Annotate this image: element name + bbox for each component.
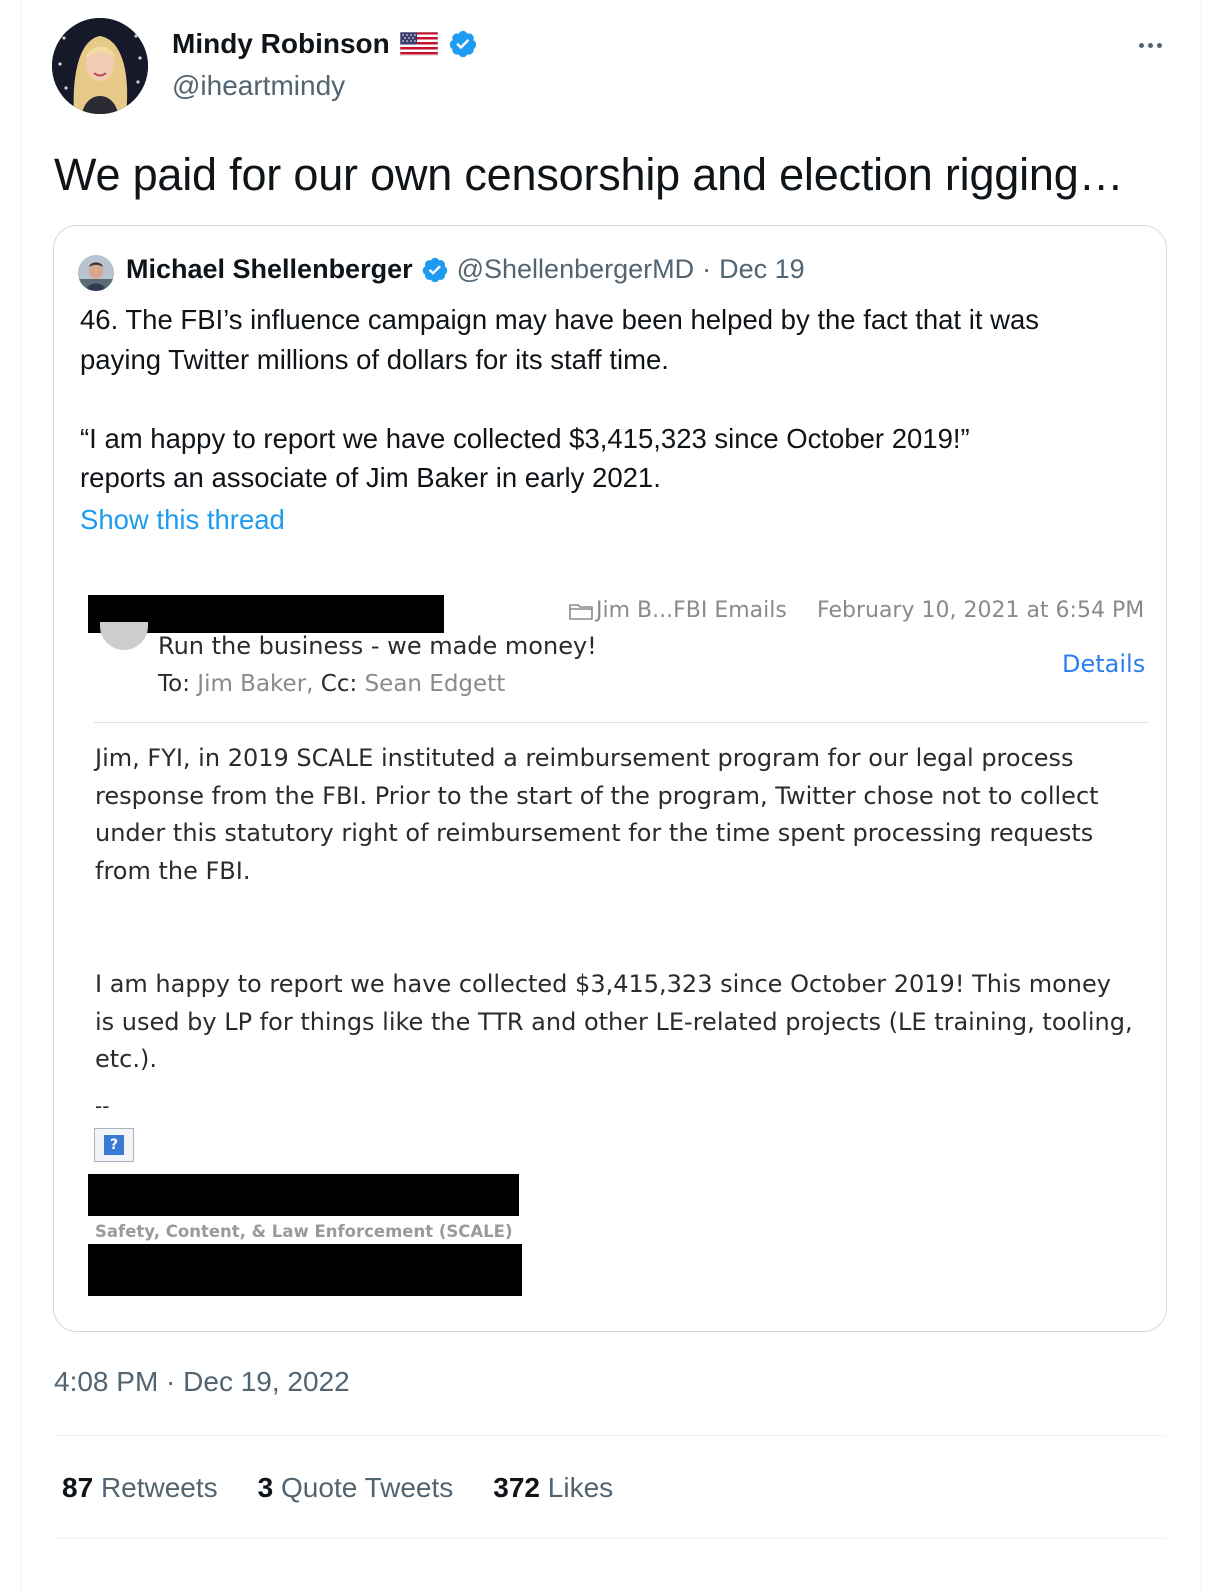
engagement-stats: 87 Retweets 3 Quote Tweets 372 Likes xyxy=(62,1472,653,1504)
likes-count: 372 xyxy=(493,1472,540,1503)
retweets-count: 87 xyxy=(62,1472,94,1503)
to-value: Jim Baker, xyxy=(197,671,314,697)
tweet-text: We paid for our own censorship and elect… xyxy=(54,149,1124,200)
verified-badge-icon xyxy=(422,257,447,282)
quoted-text-line xyxy=(80,379,1039,419)
email-subject: Run the business - we made money! xyxy=(158,632,597,660)
header-separator: · xyxy=(702,254,712,284)
quote-tweets-count: 3 xyxy=(257,1472,274,1503)
quote-tweets-stat[interactable]: 3 Quote Tweets xyxy=(258,1472,454,1504)
retweets-stat[interactable]: 87 Retweets xyxy=(62,1472,218,1504)
signature-separator: -- xyxy=(95,1094,110,1118)
us-flag-icon xyxy=(399,32,438,56)
redaction-bar xyxy=(88,1244,522,1296)
to-label: To: xyxy=(158,671,190,697)
folder-name: Jim B...FBI Emails xyxy=(596,598,787,623)
retweets-label: Retweets xyxy=(100,1472,218,1503)
quoted-text-line: “I am happy to report we have collected … xyxy=(80,422,970,454)
email-body-line: response from the FBI. Prior to the star… xyxy=(95,781,1099,810)
quote-tweets-label: Quote Tweets xyxy=(281,1472,454,1503)
email-screenshot-image[interactable]: Jim B...FBI Emails February 10, 2021 at … xyxy=(54,562,1166,1331)
quoted-author-handle[interactable]: @ShellenbergerMD xyxy=(457,254,695,285)
email-folder: Jim B...FBI Emails xyxy=(568,598,787,623)
sender-avatar xyxy=(100,622,148,650)
author-avatar[interactable] xyxy=(52,18,148,114)
email-date: February 10, 2021 at 6:54 PM xyxy=(817,598,1145,623)
email-body-line: I am happy to report we have collected $… xyxy=(95,970,1111,998)
author-handle[interactable]: @iheartmindy xyxy=(172,70,345,102)
verified-badge-icon[interactable] xyxy=(448,29,478,59)
email-body-paragraph-1: Jim, FYI, in 2019 SCALE instituted a rei… xyxy=(95,740,1099,890)
cc-value: Sean Edgett xyxy=(364,671,506,697)
email-body-line: etc.). xyxy=(95,1045,157,1073)
folder-icon xyxy=(569,603,593,620)
show-thread-link[interactable]: Show this thread xyxy=(80,504,285,536)
quoted-tweet-header: Michael Shellenberger @ShellenbergerMD ·… xyxy=(126,254,805,285)
quoted-tweet-date[interactable]: Dec 19 xyxy=(719,254,805,285)
quoted-author-avatar[interactable] xyxy=(78,255,114,291)
cc-label: Cc: xyxy=(320,671,358,697)
more-options-icon[interactable] xyxy=(1130,30,1170,60)
email-recipients: To: Jim Baker, Cc: Sean Edgett xyxy=(158,671,505,697)
quoted-tweet-card[interactable]: Michael Shellenberger @ShellenbergerMD ·… xyxy=(53,225,1167,1332)
likes-stat[interactable]: 372 Likes xyxy=(493,1472,613,1504)
email-details-link: Details xyxy=(1062,650,1146,678)
signature-department: Safety, Content, & Law Enforcement (SCAL… xyxy=(95,1222,513,1241)
email-body-paragraph-2: I am happy to report we have collected $… xyxy=(95,966,1133,1079)
email-body-line: Jim, FYI, in 2019 SCALE instituted a rei… xyxy=(95,744,1074,772)
quoted-tweet-text: 46. The FBI’s influence campaign may hav… xyxy=(80,300,1039,498)
author-name-row[interactable]: Mindy Robinson xyxy=(172,28,478,60)
redaction-bar xyxy=(88,1174,519,1216)
quoted-author-name[interactable]: Michael Shellenberger xyxy=(126,254,413,285)
likes-label: Likes xyxy=(547,1472,614,1503)
email-divider xyxy=(94,722,1149,723)
divider xyxy=(53,1538,1167,1539)
tweet-timestamp[interactable]: 4:08 PM · Dec 19, 2022 xyxy=(54,1366,350,1398)
missing-image-icon: ? xyxy=(94,1128,134,1162)
email-body-line: from the FBI. xyxy=(95,856,251,885)
divider xyxy=(53,1435,1167,1436)
email-body-line: under this statutory right of reimbursem… xyxy=(95,819,1094,847)
quoted-text-line: reports an associate of Jim Baker in ear… xyxy=(80,462,661,493)
author-name[interactable]: Mindy Robinson xyxy=(172,28,390,60)
quoted-text-line: 46. The FBI’s influence campaign may hav… xyxy=(80,304,1040,335)
quoted-text-line: paying Twitter millions of dollars for i… xyxy=(80,343,669,375)
email-body-line: is used by LP for things like the TTR an… xyxy=(95,1007,1133,1036)
